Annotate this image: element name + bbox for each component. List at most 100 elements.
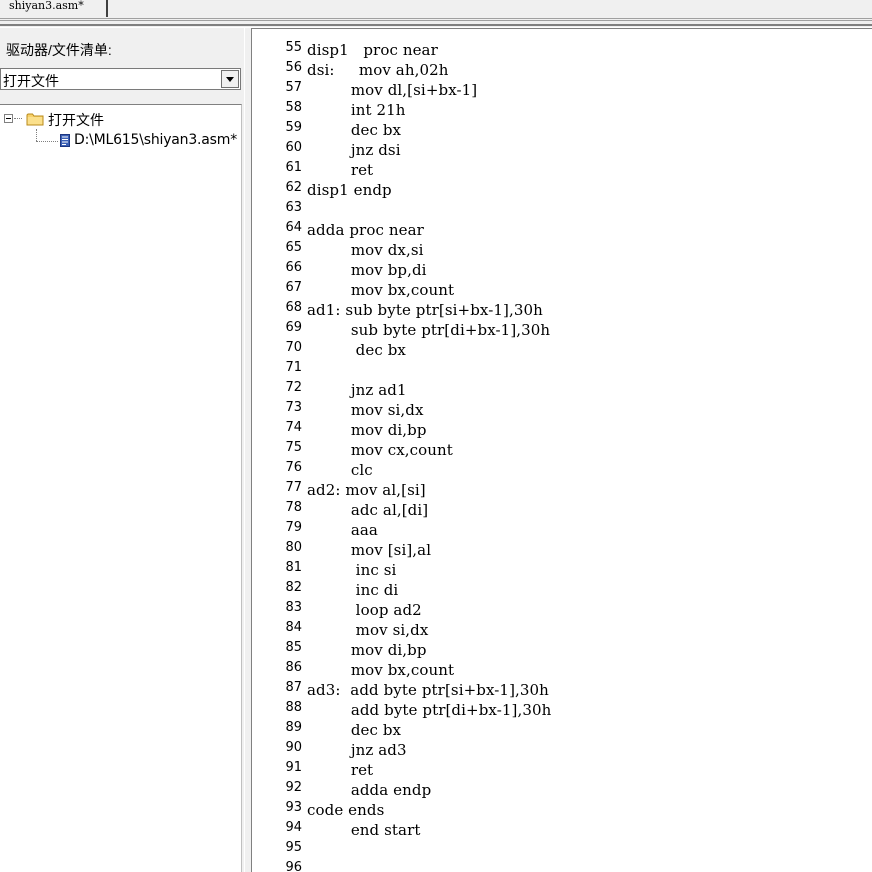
line-number: 90 [285,740,302,755]
tab-strip: shiyan3.asm* [0,0,872,19]
code-text[interactable]: mov di,bp [307,641,427,659]
tree-item-label: 打开文件 [48,112,104,128]
line-number: 72 [285,380,302,395]
tree-line [14,118,22,119]
code-text[interactable]: mov si,dx [307,401,424,419]
document-icon [60,134,70,147]
line-number: 89 [285,720,302,735]
line-number: 88 [285,700,302,715]
code-text[interactable]: jnz ad3 [307,741,407,759]
code-text[interactable]: mov bx,count [307,661,454,679]
code-text[interactable]: ad2: mov al,[si] [307,481,426,499]
code-text[interactable]: aaa [307,521,378,539]
code-text[interactable]: inc si [307,561,397,579]
code-text[interactable]: add byte ptr[di+bx-1],30h [307,701,551,719]
line-number: 76 [285,460,302,475]
code-text[interactable]: dsi: mov ah,02h [307,61,449,79]
pane-splitter[interactable] [244,28,252,872]
divider [0,24,872,26]
line-number: 81 [285,560,302,575]
line-number: 70 [285,340,302,355]
line-number: 74 [285,420,302,435]
code-text[interactable]: ad1: sub byte ptr[si+bx-1],30h [307,301,543,319]
tree-item-label: D:\ML615\shiyan3.asm* [74,132,237,148]
line-number: 60 [285,140,302,155]
line-number: 62 [285,180,302,195]
line-number: 92 [285,780,302,795]
code-text[interactable]: jnz ad1 [307,381,407,399]
dropdown-selected-value: 打开文件 [3,73,59,89]
code-text[interactable]: mov dx,si [307,241,424,259]
code-text[interactable]: ret [307,161,373,179]
code-text[interactable]: jnz dsi [307,141,401,159]
file-tree: 打开文件 D:\ML615\shiyan3.asm* [0,104,242,872]
code-editor[interactable]: 55 disp1 proc near 56 dsi: mov ah,02h 57 mov… [252,28,872,872]
line-number: 86 [285,660,302,675]
code-text[interactable]: mov [si],al [307,541,431,559]
line-number: 83 [285,600,302,615]
line-number: 69 [285,320,302,335]
line-number: 79 [285,520,302,535]
code-text[interactable]: ret [307,761,373,779]
line-number: 73 [285,400,302,415]
line-number: 96 [285,860,302,872]
line-number: 75 [285,440,302,455]
line-number: 93 [285,800,302,815]
file-list-dropdown[interactable]: 打开文件 [0,68,241,90]
tab-shiyan3-asm[interactable]: shiyan3.asm* [0,0,108,17]
code-text[interactable]: dec bx [307,341,406,359]
line-number: 63 [285,200,302,215]
chevron-down-icon[interactable] [221,70,239,88]
code-text[interactable]: mov bp,di [307,261,427,279]
line-number: 95 [285,840,302,855]
code-text[interactable]: inc di [307,581,399,599]
code-text[interactable]: sub byte ptr[di+bx-1],30h [307,321,550,339]
line-number: 68 [285,300,302,315]
code-text[interactable]: clc [307,461,373,479]
file-list-pane: 驱动器/文件清单: 打开文件 打开文件 D:\ML615\shiyan3.asm [0,28,244,872]
code-text[interactable]: disp1 endp [307,181,392,199]
code-text[interactable]: dec bx [307,121,401,139]
code-text[interactable]: loop ad2 [307,601,422,619]
code-text[interactable]: end start [307,821,421,839]
line-number: 91 [285,760,302,775]
line-number: 57 [285,80,302,95]
code-text[interactable]: disp1 proc near [307,41,438,59]
line-number: 56 [285,60,302,75]
divider [0,20,872,21]
code-text[interactable]: mov si,dx [307,621,429,639]
line-number: 64 [285,220,302,235]
line-number: 78 [285,500,302,515]
line-number: 58 [285,100,302,115]
line-number: 87 [285,680,302,695]
code-text[interactable]: adc al,[di] [307,501,428,519]
line-number: 85 [285,640,302,655]
code-text[interactable]: dec bx [307,721,401,739]
line-number: 61 [285,160,302,175]
line-number: 55 [285,40,302,55]
line-number: 80 [285,540,302,555]
code-text[interactable]: mov cx,count [307,441,453,459]
line-number: 71 [285,360,302,375]
code-text[interactable]: code ends [307,801,384,819]
code-text[interactable]: adda endp [307,781,431,799]
code-text[interactable]: mov bx,count [307,281,454,299]
tree-line [36,129,37,141]
line-number: 59 [285,120,302,135]
collapse-icon[interactable] [4,114,13,123]
folder-icon [26,113,44,126]
line-number: 66 [285,260,302,275]
code-text[interactable]: adda proc near [307,221,424,239]
line-number: 67 [285,280,302,295]
tree-line [36,141,58,142]
line-number: 84 [285,620,302,635]
line-number: 65 [285,240,302,255]
line-number: 82 [285,580,302,595]
code-text[interactable]: mov dl,[si+bx-1] [307,81,477,99]
code-text[interactable]: ad3: add byte ptr[si+bx-1],30h [307,681,549,699]
line-number: 77 [285,480,302,495]
code-text[interactable]: mov di,bp [307,421,427,439]
code-text[interactable]: int 21h [307,101,406,119]
line-number: 94 [285,820,302,835]
drive-file-list-label: 驱动器/文件清单: [6,42,112,58]
